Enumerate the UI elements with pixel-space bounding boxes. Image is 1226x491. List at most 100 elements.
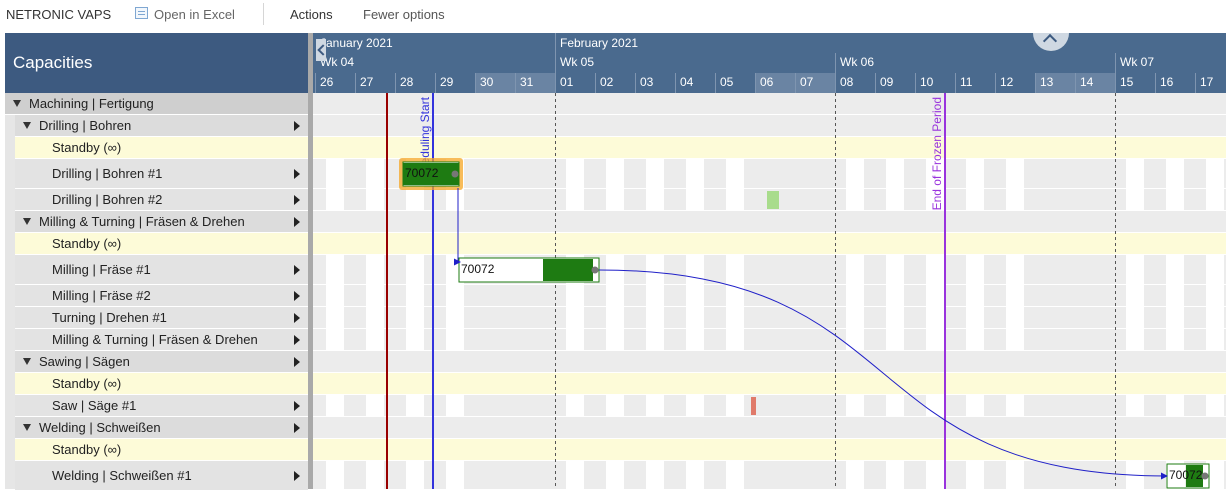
- capacities-title: Capacities: [13, 53, 93, 72]
- resource-row[interactable]: Milling | Fräse #1: [15, 255, 308, 285]
- operation-label[interactable]: 70072: [405, 166, 438, 180]
- day-label: 04: [680, 75, 694, 89]
- resource-row[interactable]: Milling | Fräse #2: [15, 285, 308, 307]
- row-label: Drilling | Bohren #2: [52, 192, 163, 207]
- standby-row[interactable]: Standby (∞): [15, 439, 308, 461]
- standby-band: [313, 439, 1226, 461]
- day-label: 07: [800, 75, 814, 89]
- collapse-icon[interactable]: [13, 100, 21, 107]
- row-label: Machining | Fertigung: [29, 96, 154, 111]
- timeline-divider: [515, 73, 516, 93]
- marker-label: End of Frozen Period: [930, 97, 944, 210]
- month-label: January 2021: [320, 36, 393, 50]
- gantt-view: Capacities Machining | Fertigung Drilling…: [5, 33, 1226, 491]
- top-toolbar: NETRONIC VAPS Open in Excel Actions Fewe…: [0, 0, 1226, 30]
- day-label: 08: [840, 75, 854, 89]
- day-label: 16: [1160, 75, 1174, 89]
- day-label: 11: [960, 75, 973, 89]
- day-label: 31: [520, 75, 534, 89]
- resource-row[interactable]: Milling & Turning | Fräsen & Drehen: [15, 329, 308, 351]
- standby-band: [313, 233, 1226, 255]
- group-band: [313, 115, 1226, 137]
- row-label: Standby (∞): [52, 236, 122, 251]
- collapse-header-icon[interactable]: [1033, 33, 1069, 51]
- row-label: Milling | Fräse #1: [52, 262, 151, 277]
- day-label: 29: [440, 75, 454, 89]
- timeline-divider: [1155, 73, 1156, 93]
- group-row[interactable]: Milling & Turning | Fräsen & Drehen: [15, 211, 308, 233]
- standby-band: [313, 137, 1226, 159]
- expand-arrow-icon[interactable]: [294, 422, 300, 433]
- timeline-divider: [755, 73, 756, 93]
- open-in-excel-button[interactable]: Open in Excel: [154, 7, 235, 22]
- day-label: 17: [1200, 75, 1214, 89]
- timeline-divider: [675, 73, 676, 93]
- day-label: 06: [760, 75, 774, 89]
- timeline-divider: [595, 73, 596, 93]
- day-label: 05: [720, 75, 734, 89]
- row-label: Sawing | Sägen: [39, 354, 130, 369]
- timeline-divider: [475, 73, 476, 93]
- timeline-divider: [995, 73, 996, 93]
- standby-row[interactable]: Standby (∞): [15, 233, 308, 255]
- expand-arrow-icon[interactable]: [294, 334, 300, 345]
- resource-row[interactable]: Saw | Säge #1: [15, 395, 308, 417]
- expand-arrow-icon[interactable]: [294, 312, 300, 323]
- day-label: 12: [1000, 75, 1014, 89]
- expand-arrow-icon[interactable]: [294, 470, 300, 481]
- day-label: 10: [920, 75, 934, 89]
- group-row[interactable]: Drilling | Bohren: [15, 115, 308, 137]
- row-label: Milling & Turning | Fräsen & Drehen: [52, 332, 258, 347]
- timeline-divider: [835, 73, 836, 93]
- collapse-icon[interactable]: [23, 218, 31, 225]
- expand-arrow-icon[interactable]: [294, 400, 300, 411]
- group-row[interactable]: Sawing | Sägen: [15, 351, 308, 373]
- day-label: 26: [320, 75, 334, 89]
- fewer-options-button[interactable]: Fewer options: [363, 7, 445, 22]
- expand-arrow-icon[interactable]: [294, 120, 300, 131]
- day-label: 13: [1040, 75, 1054, 89]
- row-label: Standby (∞): [52, 376, 122, 391]
- resource-row[interactable]: Drilling | Bohren #1: [15, 159, 308, 189]
- expand-arrow-icon[interactable]: [294, 290, 300, 301]
- expand-arrow-icon[interactable]: [294, 168, 300, 179]
- group-row[interactable]: Machining | Fertigung: [5, 93, 308, 115]
- bar-handle-icon: [451, 170, 459, 178]
- collapse-icon[interactable]: [23, 358, 31, 365]
- expand-arrow-icon[interactable]: [294, 194, 300, 205]
- collapse-icon[interactable]: [23, 122, 31, 129]
- expand-arrow-icon[interactable]: [294, 216, 300, 227]
- row-label: Welding | Schweißen #1: [52, 468, 192, 483]
- operation-label[interactable]: 70072: [461, 262, 494, 276]
- standby-row[interactable]: Standby (∞): [15, 373, 308, 395]
- bar-handle-icon: [1201, 472, 1209, 480]
- standby-row[interactable]: Standby (∞): [15, 137, 308, 159]
- timeline-divider: [915, 73, 916, 93]
- expand-arrow-icon[interactable]: [294, 264, 300, 275]
- actions-button[interactable]: Actions: [290, 7, 333, 22]
- capacities-header: Capacities: [5, 33, 308, 93]
- row-label: Standby (∞): [52, 140, 122, 155]
- timeline-divider: [1035, 73, 1036, 93]
- standby-band: [313, 373, 1226, 395]
- timeline-divider: [635, 73, 636, 93]
- operation-label[interactable]: 70072: [1169, 468, 1202, 482]
- resource-row[interactable]: Turning | Drehen #1: [15, 307, 308, 329]
- row-label: Milling & Turning | Fräsen & Drehen: [39, 214, 245, 229]
- group-row[interactable]: Welding | Schweißen: [15, 417, 308, 439]
- row-label: Standby (∞): [52, 442, 122, 457]
- resource-row[interactable]: Welding | Schweißen #1: [15, 461, 308, 491]
- group-band: [313, 93, 1226, 115]
- day-label: 15: [1120, 75, 1134, 89]
- collapse-icon[interactable]: [23, 424, 31, 431]
- week-label: Wk 06: [840, 55, 875, 69]
- row-label: Saw | Säge #1: [52, 398, 137, 413]
- gantt-chart-area: Scheduling Start End of Frozen Period 700…: [313, 93, 1226, 489]
- load-block: [767, 191, 779, 209]
- expand-arrow-icon[interactable]: [294, 356, 300, 367]
- row-label: Turning | Drehen #1: [52, 310, 167, 325]
- week-label: Wk 07: [1120, 55, 1155, 69]
- timeline-divider: [355, 73, 356, 93]
- scroll-left-icon[interactable]: [316, 39, 326, 61]
- resource-row[interactable]: Drilling | Bohren #2: [15, 189, 308, 211]
